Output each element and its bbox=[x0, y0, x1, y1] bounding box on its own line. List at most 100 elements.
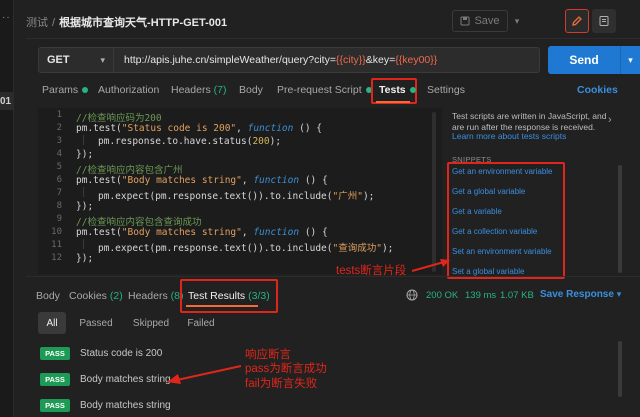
results-scrollbar[interactable] bbox=[618, 341, 622, 397]
snippet-item[interactable]: Set an environment variable bbox=[452, 247, 552, 256]
sidebar-active-item[interactable]: 01 bbox=[0, 96, 11, 107]
request-title[interactable]: 根据城市查询天气-HTTP-GET-001 bbox=[59, 17, 227, 29]
code-string: "Body matches string" bbox=[121, 227, 242, 238]
response-tab-body[interactable]: Body bbox=[36, 290, 60, 302]
code-call: pm.test( bbox=[76, 123, 122, 134]
tab-headers[interactable]: Headers (7) bbox=[171, 84, 226, 96]
response-tab-cookies-count: (2) bbox=[109, 290, 123, 302]
code-punct: ); bbox=[362, 191, 375, 202]
response-tab-test-results-label: Test Results bbox=[188, 290, 246, 302]
breadcrumb-parent[interactable]: 测试 bbox=[26, 17, 48, 29]
send-button[interactable]: Send bbox=[548, 46, 620, 74]
response-tab-test-results-count: (3/3) bbox=[248, 290, 270, 302]
code-call: pm.expect(pm.response.text()).to.include… bbox=[98, 191, 333, 202]
pass-badge: PASS bbox=[40, 373, 70, 386]
test-results-underline bbox=[186, 305, 258, 307]
indent-guide bbox=[83, 135, 84, 145]
filter-failed[interactable]: Failed bbox=[182, 312, 220, 334]
code-call: pm.response.to.have.status( bbox=[98, 136, 253, 147]
code-keyword: function bbox=[247, 123, 294, 134]
tab-settings[interactable]: Settings bbox=[427, 84, 465, 96]
snippet-item[interactable]: Set a global variable bbox=[452, 267, 525, 276]
snippet-item[interactable]: Get an environment variable bbox=[452, 167, 553, 176]
edit-button[interactable] bbox=[565, 9, 589, 33]
code-punct: () { bbox=[299, 175, 328, 186]
globe-icon[interactable] bbox=[406, 289, 418, 301]
test-result-name: Status code is 200 bbox=[80, 348, 163, 359]
url-mid: &key= bbox=[365, 54, 396, 66]
code-punct: () { bbox=[299, 227, 328, 238]
line-number: 7 bbox=[56, 188, 62, 198]
tab-authorization[interactable]: Authorization bbox=[98, 84, 159, 96]
line-number: 8 bbox=[56, 201, 62, 211]
tab-pre-request-script[interactable]: Pre-request Script bbox=[277, 84, 372, 96]
documentation-button[interactable] bbox=[592, 9, 616, 33]
annotation-response-assertions: 响应断言 pass为断言成功 fail为断言失败 bbox=[245, 348, 327, 391]
snippet-item[interactable]: Get a collection variable bbox=[452, 227, 537, 236]
code-line: }); bbox=[76, 253, 94, 264]
line-number: 4 bbox=[56, 149, 62, 159]
indent-guide bbox=[83, 187, 84, 197]
code-line: }); bbox=[76, 149, 94, 160]
response-tab-cookies-label: Cookies bbox=[69, 290, 107, 302]
tests-tab-underline bbox=[376, 101, 410, 103]
response-size[interactable]: 1.07 KB bbox=[500, 290, 534, 301]
snippets-scrollbar[interactable] bbox=[618, 165, 622, 273]
line-number: 2 bbox=[56, 123, 62, 133]
chevron-right-icon[interactable]: › bbox=[608, 114, 612, 126]
code-string: "查询成功" bbox=[332, 243, 382, 254]
annotation-arrow-icon bbox=[411, 259, 450, 272]
cookies-link[interactable]: Cookies bbox=[577, 84, 618, 96]
filter-passed[interactable]: Passed bbox=[74, 312, 118, 334]
snippet-item[interactable]: Get a global variable bbox=[452, 187, 525, 196]
save-icon bbox=[460, 16, 470, 26]
tab-body[interactable]: Body bbox=[239, 84, 263, 96]
collapsed-sidebar: ·· 01 bbox=[0, 0, 14, 417]
save-button[interactable]: Save bbox=[452, 10, 508, 32]
method-select[interactable]: GET ▾ bbox=[38, 47, 114, 73]
tests-description: Test scripts are written in JavaScript, … bbox=[452, 111, 607, 132]
sidebar-marker: ·· bbox=[2, 12, 11, 23]
tab-body-label: Body bbox=[239, 84, 263, 96]
response-time[interactable]: 139 ms bbox=[465, 290, 496, 301]
send-dropdown-icon[interactable]: ▾ bbox=[620, 46, 640, 74]
chevron-down-icon: ▾ bbox=[100, 54, 105, 65]
code-string: "Body matches string" bbox=[121, 175, 242, 186]
response-status[interactable]: 200 OK bbox=[426, 290, 458, 301]
method-value: GET bbox=[47, 54, 70, 66]
response-divider bbox=[26, 276, 640, 277]
editor-scrollbar[interactable] bbox=[432, 112, 436, 272]
annotation-line: fail为断言失败 bbox=[245, 377, 318, 390]
breadcrumb-separator: / bbox=[52, 17, 56, 29]
learn-more-link[interactable]: Learn more about tests scripts bbox=[452, 131, 566, 141]
line-number: 12 bbox=[51, 253, 62, 263]
snippet-item[interactable]: Get a variable bbox=[452, 207, 502, 216]
url-variable-city: {{city}} bbox=[335, 54, 366, 66]
response-tab-body-label: Body bbox=[36, 290, 60, 302]
tab-params[interactable]: Params bbox=[42, 84, 89, 96]
filter-all[interactable]: All bbox=[38, 312, 66, 334]
url-prefix: http://apis.juhe.cn/simpleWeather/query?… bbox=[124, 54, 336, 66]
code-punct: ); bbox=[269, 136, 282, 147]
tab-authorization-label: Authorization bbox=[98, 84, 160, 96]
url-input[interactable]: http://apis.juhe.cn/simpleWeather/query?… bbox=[114, 47, 540, 73]
annotation-line: 响应断言 bbox=[245, 349, 291, 361]
line-number: 11 bbox=[51, 240, 62, 250]
breadcrumb: 测试 / 根据城市查询天气-HTTP-GET-001 bbox=[26, 14, 227, 30]
line-number-gutter: 1 2 3 4 5 6 7 8 9 10 11 12 bbox=[38, 108, 68, 274]
save-dropdown-icon[interactable]: ▾ bbox=[510, 10, 524, 32]
response-tab-headers[interactable]: Headers (8) bbox=[128, 290, 183, 302]
code-line: pm.expect(pm.response.text()).to.include… bbox=[98, 188, 374, 202]
tab-tests[interactable]: Tests bbox=[379, 84, 416, 96]
code-line: pm.expect(pm.response.text()).to.include… bbox=[98, 240, 393, 254]
code-line: pm.test("Status code is 200", function (… bbox=[76, 123, 322, 134]
code-line: }); bbox=[76, 201, 94, 212]
filter-skipped[interactable]: Skipped bbox=[128, 312, 174, 334]
code-string: "广州" bbox=[332, 191, 363, 202]
response-tab-test-results[interactable]: Test Results (3/3) bbox=[188, 290, 270, 302]
save-response-button[interactable]: Save Response ▾ bbox=[540, 289, 621, 300]
save-response-label: Save Response bbox=[540, 289, 614, 300]
response-tab-cookies[interactable]: Cookies (2) bbox=[69, 290, 123, 302]
code-line: pm.test("Body matches string", function … bbox=[76, 227, 328, 238]
code-line: pm.test("Body matches string", function … bbox=[76, 175, 328, 186]
